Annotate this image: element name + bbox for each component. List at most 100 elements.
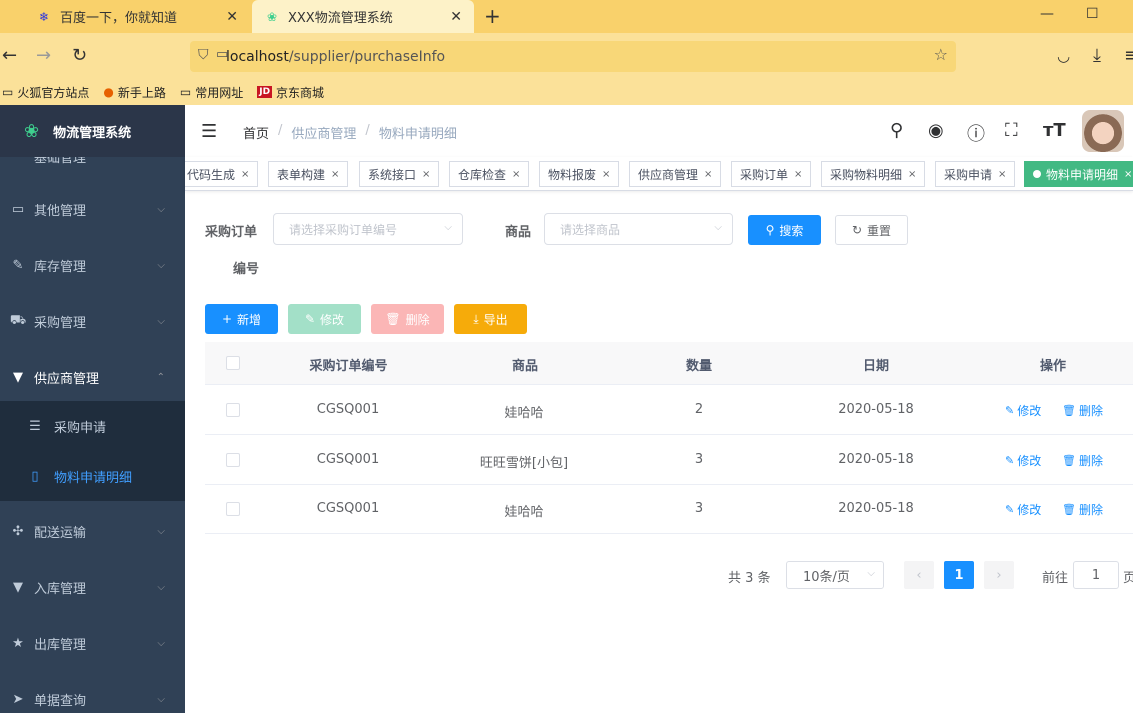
goods-select[interactable]: 请选择商品 ⌵ [544, 213, 733, 245]
font-size-icon[interactable]: ᴛT [1043, 120, 1066, 141]
row-checkbox[interactable] [226, 453, 240, 467]
new-tab-icon[interactable]: + [484, 4, 501, 28]
tag-item[interactable]: 代码生成 × [185, 161, 259, 187]
row-edit-link[interactable]: ✎ 修改 [1005, 452, 1041, 469]
tag-item[interactable]: 系统接口 × [359, 161, 440, 187]
close-icon[interactable]: × [908, 169, 916, 180]
tag-item[interactable]: 物料报废 × [539, 161, 620, 187]
sidebar-item-delivery[interactable]: ✣ 配送运输 ⌵ [0, 503, 185, 559]
close-icon[interactable]: ✕ [450, 9, 462, 25]
github-icon[interactable]: ◉ [928, 120, 944, 141]
prev-page-button[interactable]: ‹ [904, 561, 934, 589]
sidebar-item-label: 供应商管理 [34, 371, 100, 387]
bookmark-item[interactable]: JD 京东商城 [257, 84, 324, 101]
browser-tab-baidu[interactable]: ❄ 百度一下，你就知道 ✕ [24, 0, 250, 33]
forward-arrow-icon[interactable]: → [36, 45, 51, 66]
row-edit-link[interactable]: ✎ 修改 [1005, 402, 1041, 419]
bookmark-item[interactable]: ▭ 常用网址 [180, 84, 243, 101]
bookmarks-bar: ▭ 火狐官方站点 ● 新手上路 ▭ 常用网址 JD 京东商城 [0, 79, 1133, 105]
list-icon: ☰ [29, 418, 41, 434]
order-no-select[interactable]: 请选择采购订单编号 ⌵ [273, 213, 463, 245]
cell-quantity: 3 [694, 452, 704, 467]
select-all-checkbox[interactable] [226, 356, 240, 370]
row-delete-link[interactable]: 🗑 删除 [1062, 501, 1103, 518]
row-delete-link[interactable]: 🗑 删除 [1062, 402, 1103, 419]
url-bar[interactable]: ⛉ ▭ localhost/supplier/purchaseInfo ☆ [190, 41, 956, 72]
chevron-down-icon: ⌵ [714, 222, 722, 233]
sidebar-subitem-purchase-request[interactable]: ☰ 采购申请 [0, 401, 185, 451]
browser-tab-bar: ❄ 百度一下，你就知道 ✕ ❀ XXX物流管理系统 ✕ + — ☐ [0, 0, 1133, 33]
cell-date: 2020-05-18 [838, 501, 914, 516]
tag-item[interactable]: 采购订单 × [731, 161, 812, 187]
search-button[interactable]: ⚲ 搜索 [748, 215, 821, 245]
back-arrow-icon[interactable]: ← [2, 45, 17, 66]
close-icon[interactable]: × [1124, 169, 1132, 180]
sidebar-item-outbound[interactable]: ★ 出库管理 ⌵ [0, 615, 185, 671]
table-row[interactable]: CGSQ001 娃哈哈 2 2020-05-18 ✎ 修改 🗑 删除 [205, 385, 1133, 435]
row-delete-label: 删除 [1078, 503, 1103, 517]
sidebar-item-documents[interactable]: ➤ 单据查询 ⌵ [0, 671, 185, 713]
sidebar-item-supplier[interactable]: ▼ 供应商管理 ⌃ [0, 349, 185, 405]
download-icon[interactable]: ⤓ [1093, 45, 1101, 66]
pocket-icon[interactable]: ◡ [1057, 47, 1070, 65]
close-icon[interactable]: × [331, 169, 339, 180]
menu-icon[interactable]: ≡ [1124, 45, 1133, 66]
tag-item[interactable]: 表单构建 × [268, 161, 349, 187]
row-checkbox[interactable] [226, 403, 240, 417]
tag-item[interactable]: 采购物料明细 × [821, 161, 926, 187]
close-icon[interactable]: × [998, 169, 1006, 180]
next-page-button[interactable]: › [984, 561, 1014, 589]
row-edit-link[interactable]: ✎ 修改 [1005, 501, 1041, 518]
browser-tab-app[interactable]: ❀ XXX物流管理系统 ✕ [252, 0, 474, 33]
search-button-label: 搜索 [779, 223, 804, 238]
avatar[interactable] [1082, 110, 1124, 152]
close-icon[interactable]: × [704, 169, 712, 180]
bookmark-item[interactable]: ▭ 火狐官方站点 [2, 84, 89, 101]
sidebar-item-inventory[interactable]: ✎ 库存管理 ⌵ [0, 237, 185, 293]
question-icon[interactable]: ⓘ [967, 120, 985, 146]
folder-icon: ▭ [2, 85, 14, 99]
minimize-icon[interactable]: — [1040, 6, 1054, 22]
sidebar-item-partial[interactable]: 基础管理 [0, 157, 185, 165]
close-icon[interactable]: × [512, 169, 520, 180]
reload-icon[interactable]: ↻ [72, 45, 87, 66]
table-row[interactable]: CGSQ001 娃哈哈 3 2020-05-18 ✎ 修改 🗑 删除 [205, 484, 1133, 534]
export-button[interactable]: ⤓ 导出 [454, 304, 527, 334]
add-button[interactable]: + 新增 [205, 304, 278, 334]
edit-button[interactable]: ✎ 修改 [288, 304, 361, 334]
tag-item[interactable]: 供应商管理 × [629, 161, 722, 187]
close-icon[interactable]: ✕ [226, 9, 238, 25]
hamburger-icon[interactable]: ☰ [201, 121, 217, 142]
sidebar-item-purchase[interactable]: ⛟ 采购管理 ⌵ [0, 293, 185, 349]
close-icon[interactable]: × [602, 169, 610, 180]
tag-item-active[interactable]: 物料申请明细 × [1024, 161, 1133, 187]
row-checkbox[interactable] [226, 502, 240, 516]
shield-icon[interactable]: ⛉ [198, 47, 209, 63]
sidebar-item-other[interactable]: ▭ 其他管理 ⌵ [0, 181, 185, 237]
search-icon[interactable]: ⚲ [890, 120, 903, 141]
close-icon[interactable]: × [241, 169, 249, 180]
main-header: ☰ 首页 / 供应商管理 / 物料申请明细 ⚲ ◉ ⓘ ⛶ ᴛT [185, 105, 1133, 157]
sidebar-subitem-material-detail[interactable]: ▯ 物料申请明细 [0, 451, 185, 501]
tag-item[interactable]: 仓库检查 × [449, 161, 530, 187]
tag-item[interactable]: 采购申请 × [935, 161, 1016, 187]
close-icon[interactable]: × [794, 169, 802, 180]
delete-button[interactable]: 🗑 删除 [371, 304, 444, 334]
page-size-select[interactable]: 10条/页 ⌵ [786, 561, 884, 589]
row-delete-link[interactable]: 🗑 删除 [1062, 452, 1103, 469]
sidebar-logo[interactable]: ❀ 物流管理系统 [0, 105, 185, 157]
fullscreen-icon[interactable]: ⛶ [1005, 120, 1018, 141]
bookmark-star-icon[interactable]: ☆ [934, 45, 948, 64]
bookmark-item[interactable]: ● 新手上路 [103, 84, 166, 101]
chevron-down-icon: ⌵ [157, 693, 165, 705]
page-number-current[interactable]: 1 [944, 561, 974, 589]
sidebar-item-inbound[interactable]: ▼ 入库管理 ⌵ [0, 559, 185, 615]
table-row[interactable]: CGSQ001 旺旺雪饼[小包] 3 2020-05-18 ✎ 修改 🗑 删除 [205, 435, 1133, 485]
book-icon: ▯ [31, 468, 39, 484]
breadcrumb-item[interactable]: 首页 [243, 123, 269, 142]
bookmark-label: 常用网址 [195, 85, 244, 100]
close-icon[interactable]: × [422, 169, 430, 180]
goto-page-input[interactable]: 1 [1073, 561, 1119, 589]
maximize-icon[interactable]: ☐ [1086, 6, 1099, 22]
reset-button[interactable]: ↻ 重置 [835, 215, 908, 245]
